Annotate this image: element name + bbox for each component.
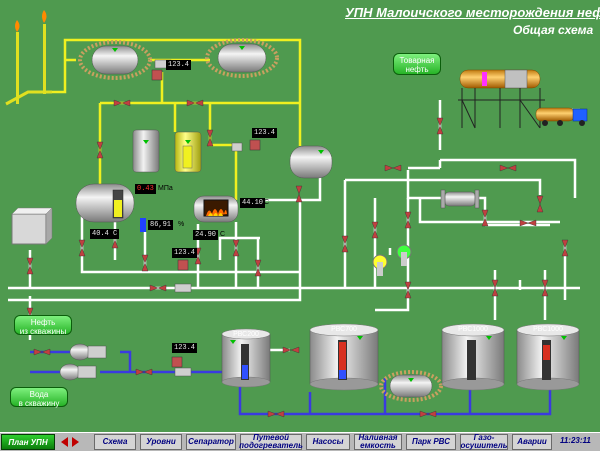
temperature-unit-2: C	[220, 231, 226, 238]
tank-label-rvs1000a: РВС1000	[458, 326, 488, 333]
tab-label: Парк РВС	[411, 437, 451, 446]
tab-label-line2: емкость	[360, 441, 396, 450]
flow-readout-1: 123.4	[166, 60, 192, 70]
control-cabinet	[11, 207, 53, 245]
tab-label: Уровни	[146, 437, 176, 446]
tab-levels[interactable]: Уровни	[140, 434, 182, 450]
level-readout: 86,91	[148, 220, 174, 230]
tab-label: Насосы	[312, 437, 344, 446]
heater-unit: C	[264, 199, 270, 206]
process-diagram	[5, 10, 588, 418]
home-plan-button[interactable]: План УПН	[1, 434, 55, 450]
temperature-readout-1: 40.4 C	[90, 229, 120, 239]
arrow-right-icon[interactable]	[71, 434, 80, 450]
flow-readout-4: 123.4	[172, 343, 198, 353]
pressure-unit: МПа	[158, 185, 173, 192]
level-unit: %	[178, 221, 185, 228]
loading-rack	[458, 69, 588, 129]
pressure-readout: 0.43	[135, 184, 156, 194]
flow-readout-3: 123.4	[172, 248, 198, 258]
tab-label-line2: подогреватель	[239, 441, 303, 450]
tab-separator[interactable]: Сепаратор	[186, 434, 236, 450]
tank-label-rvs200: РВС200	[233, 331, 259, 338]
tab-label-line2: осушитель	[460, 441, 508, 450]
tab-label: Аварии	[517, 437, 547, 446]
tab-gas-dryer[interactable]: Газо-осушитель	[460, 434, 508, 450]
tab-label: Сепаратор	[188, 437, 234, 446]
flame-icon	[15, 20, 20, 32]
arrow-left-icon[interactable]	[60, 434, 69, 450]
gas-dryer-vessel	[289, 145, 333, 179]
tank-label-rvs1000b: РВС1000	[533, 326, 563, 333]
button-label-line: Товарная	[399, 56, 435, 65]
page-title: УПН Малоичского месторождения нефти.	[345, 5, 600, 20]
water-to-well-button[interactable]: Вода в скважину	[10, 387, 68, 408]
tank-label-rvs700: РВС700	[331, 326, 357, 333]
drain-vessel	[379, 370, 443, 402]
tank-upper-left	[78, 40, 152, 80]
flame-icon	[42, 10, 47, 23]
clock-display: 11:23:11	[560, 436, 591, 445]
filter-unit	[440, 189, 480, 209]
tab-scheme[interactable]: Схема	[94, 434, 136, 450]
oil-from-wells-button[interactable]: Нефть из скважины	[14, 315, 72, 336]
button-label-line: нефть	[405, 65, 429, 74]
tab-pumps[interactable]: Насосы	[306, 434, 350, 450]
tab-rvs-park[interactable]: Парк РВС	[406, 434, 456, 450]
tank-upper-right	[205, 38, 279, 78]
page-subtitle: Общая схема	[513, 23, 594, 37]
heater-readout: 44.10	[240, 198, 266, 208]
tab-alarms[interactable]: Аварии	[512, 434, 552, 450]
bottom-toolbar: План УПН Схема Уровни Сепаратор Путевой п…	[0, 432, 600, 451]
flow-readout-2: 123.4	[252, 128, 278, 138]
button-label-line: Нефть	[30, 318, 56, 327]
temperature-readout-2: 24.90	[193, 230, 219, 240]
vertical-vessels	[132, 129, 202, 173]
tab-line-heater[interactable]: Путевой подогреватель	[239, 434, 303, 450]
flow-meters	[372, 244, 412, 276]
commodity-oil-button[interactable]: Товарная нефть	[393, 53, 441, 75]
tab-label: Схема	[102, 437, 128, 446]
button-label-line: из скважины	[19, 327, 67, 336]
flare-stacks	[5, 10, 52, 106]
separator-vessel	[75, 183, 135, 223]
button-label-line: Вода	[29, 390, 49, 399]
pump-units	[59, 343, 107, 381]
line-heater	[193, 195, 239, 223]
button-label-line: в скважину	[18, 399, 60, 408]
tab-loading-tank[interactable]: Наливная емкость	[354, 434, 402, 450]
